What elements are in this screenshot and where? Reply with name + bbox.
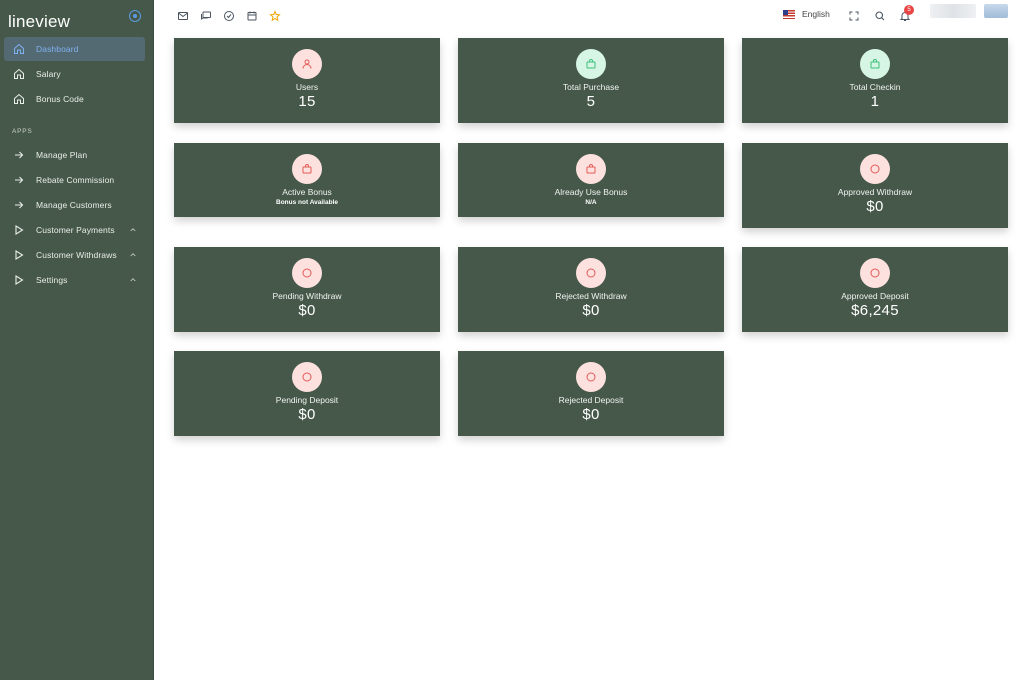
stat-value: $6,245 [851,302,899,319]
sidebar-item-label: Dashboard [36,44,79,54]
language-selector[interactable]: English [783,9,830,19]
sidebar-item-label: Rebate Commission [36,175,115,185]
circle-icon [292,362,322,392]
sidebar: lineview Dashboard Salary Bonus Code APP… [0,0,154,680]
home-icon [12,42,26,56]
circle-icon [576,258,606,288]
stat-label: Pending Withdraw [272,291,342,301]
fullscreen-icon[interactable] [847,9,860,22]
check-circle-icon[interactable] [222,9,235,22]
sidebar-item-label: Customer Payments [36,225,115,235]
circle-icon [292,258,322,288]
stat-value: 15 [298,93,316,110]
notification-badge: 5 [904,5,914,15]
circle-icon [860,258,890,288]
stat-card-total-checkin: Total Checkin 1 [742,38,1008,123]
chevron-up-icon [130,278,136,282]
avatar[interactable] [984,4,1008,18]
sidebar-item-customer-withdraws[interactable]: Customer Withdraws [4,243,145,267]
sidebar-item-customer-payments[interactable]: Customer Payments [4,218,145,242]
play-icon [12,223,26,237]
arrow-right-icon [12,198,26,212]
sidebar-item-label: Customer Withdraws [36,250,117,260]
stat-card-already-use-bonus: Already Use Bonus N/A [458,143,724,217]
stat-card-pending-deposit: Pending Deposit $0 [174,351,440,436]
chevron-up-icon [130,228,136,232]
stat-subtext: Bonus not Available [276,199,338,206]
arrow-right-icon [12,173,26,187]
stat-label: Pending Deposit [275,395,339,405]
sidebar-toggle-icon[interactable] [129,10,141,22]
sidebar-item-label: Manage Plan [36,150,88,160]
sidebar-item-label: Bonus Code [36,94,84,104]
stat-label: Approved Withdraw [837,187,913,197]
bag-icon [860,49,890,79]
play-icon [12,248,26,262]
mail-icon[interactable] [176,9,189,22]
sidebar-section-apps: APPS [12,128,33,135]
star-icon[interactable] [268,9,281,22]
bag-icon [292,154,322,184]
stat-label: Already Use Bonus [554,187,628,197]
user-name-blurred[interactable] [930,4,976,18]
stat-label: Total Checkin [849,82,901,92]
circle-icon [860,154,890,184]
home-icon [12,92,26,106]
stat-card-approved-withdraw: Approved Withdraw $0 [742,143,1008,228]
stat-value: $0 [298,302,316,319]
stat-label: Active Bonus [282,187,332,197]
stat-card-active-bonus: Active Bonus Bonus not Available [174,143,440,217]
sidebar-item-dashboard[interactable]: Dashboard [4,37,145,61]
brand-logo[interactable]: lineview [8,12,70,32]
stat-card-approved-deposit: Approved Deposit $6,245 [742,247,1008,332]
circle-icon [576,362,606,392]
bag-icon [576,49,606,79]
sidebar-item-manage-plan[interactable]: Manage Plan [4,143,145,167]
stat-subtext: N/A [585,199,597,206]
sidebar-item-label: Salary [36,69,61,79]
stat-label: Rejected Withdraw [555,291,627,301]
sidebar-item-label: Settings [36,275,68,285]
stat-card-users: Users 15 [174,38,440,123]
stat-card-rejected-deposit: Rejected Deposit $0 [458,351,724,436]
chat-icon[interactable] [199,9,212,22]
stat-value: 5 [586,93,596,110]
home-icon [12,67,26,81]
chevron-up-icon [130,253,136,257]
sidebar-item-manage-customers[interactable]: Manage Customers [4,193,145,217]
stat-label: Rejected Deposit [558,395,624,405]
stat-value: 1 [870,93,880,110]
sidebar-item-rebate-commission[interactable]: Rebate Commission [4,168,145,192]
user-icon [292,49,322,79]
stat-value: $0 [298,406,316,423]
stat-label: Total Purchase [562,82,620,92]
sidebar-item-salary[interactable]: Salary [4,62,145,86]
stat-value: $0 [582,302,600,319]
stat-value: $0 [866,198,884,215]
play-icon [12,273,26,287]
sidebar-item-settings[interactable]: Settings [4,268,145,292]
calendar-icon[interactable] [245,9,258,22]
bag-icon [576,154,606,184]
stat-label: Approved Deposit [841,291,909,301]
stat-card-rejected-withdraw: Rejected Withdraw $0 [458,247,724,332]
stat-label: Users [295,82,319,92]
stat-card-total-purchase: Total Purchase 5 [458,38,724,123]
stat-value: $0 [582,406,600,423]
arrow-right-icon [12,148,26,162]
search-icon[interactable] [873,9,886,22]
language-label: English [802,9,830,19]
stat-card-pending-withdraw: Pending Withdraw $0 [174,247,440,332]
us-flag-icon [783,9,795,19]
sidebar-item-bonus-code[interactable]: Bonus Code [4,87,145,111]
sidebar-item-label: Manage Customers [36,200,112,210]
